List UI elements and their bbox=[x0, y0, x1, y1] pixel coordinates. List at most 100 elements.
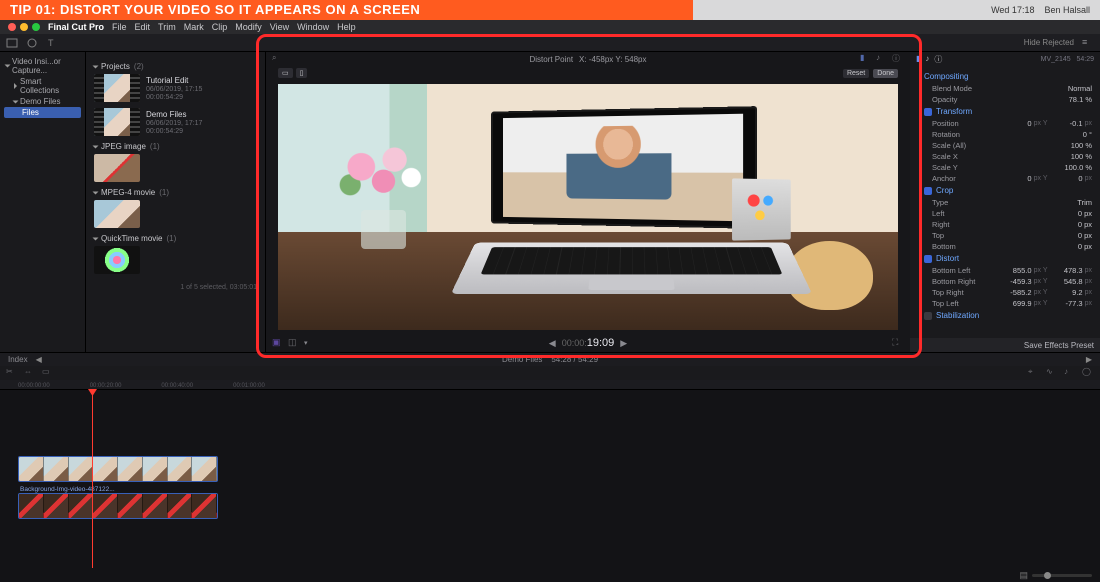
prop-value[interactable]: 855.0 bbox=[1000, 266, 1032, 275]
prop-value[interactable]: 0 ° bbox=[1060, 130, 1092, 139]
timeline-clip-bottom[interactable] bbox=[18, 493, 218, 519]
search-icon[interactable]: ⌕ bbox=[272, 53, 284, 65]
titles-icon[interactable]: T bbox=[46, 37, 58, 49]
position-tool-icon[interactable]: ⇔ bbox=[24, 367, 36, 379]
fullscreen-window-icon[interactable] bbox=[32, 23, 40, 31]
zoom-slider[interactable] bbox=[1032, 574, 1092, 577]
prop-value[interactable]: Normal bbox=[1060, 84, 1092, 93]
clip-item[interactable] bbox=[94, 246, 257, 274]
distort-target-screen[interactable] bbox=[491, 106, 757, 229]
prop-value[interactable]: 100 % bbox=[1060, 141, 1092, 150]
audio-skim-icon[interactable]: ♪ bbox=[1064, 367, 1076, 379]
disclosure-icon[interactable] bbox=[13, 100, 19, 103]
sidebar-item-files[interactable]: Files bbox=[4, 107, 81, 118]
checkbox-icon[interactable] bbox=[924, 312, 932, 320]
fullscreen-icon[interactable]: ⛶ bbox=[892, 337, 904, 349]
prop-value[interactable]: 478.3 bbox=[1051, 266, 1083, 275]
prop-value[interactable]: 0 bbox=[1051, 174, 1083, 183]
section-compositing[interactable]: Compositing bbox=[910, 70, 1100, 83]
snapping-icon[interactable]: ⌖ bbox=[1028, 367, 1040, 379]
prop-value[interactable]: -0.1 bbox=[1051, 119, 1083, 128]
menu-file[interactable]: File bbox=[112, 22, 127, 32]
minimize-window-icon[interactable] bbox=[20, 23, 28, 31]
prop-value[interactable]: 699.9 bbox=[1000, 299, 1032, 308]
checkbox-icon[interactable] bbox=[924, 255, 932, 263]
prop-value[interactable]: 9.2 bbox=[1051, 288, 1083, 297]
prop-value[interactable]: 0 px bbox=[1060, 209, 1092, 218]
play-back-icon[interactable]: ◀ bbox=[549, 338, 556, 349]
menu-view[interactable]: View bbox=[270, 22, 289, 32]
prop-value[interactable]: -459.3 bbox=[1000, 277, 1032, 286]
distort-handle-top-right[interactable] bbox=[748, 106, 757, 115]
mpeg-header[interactable]: MPEG-4 movie (1) bbox=[94, 188, 257, 197]
done-button[interactable]: Done bbox=[873, 69, 898, 78]
audio-inspector-icon[interactable]: ♪ bbox=[925, 54, 929, 65]
qt-header[interactable]: QuickTime movie (1) bbox=[94, 234, 257, 243]
projects-header[interactable]: Projects (2) bbox=[94, 62, 257, 71]
section-stabilization[interactable]: Stabilization bbox=[910, 309, 1100, 322]
crop-tool-icon[interactable]: ◫ bbox=[288, 337, 300, 349]
menu-mark[interactable]: Mark bbox=[184, 22, 204, 32]
distort-handle-bottom-left[interactable] bbox=[491, 215, 498, 223]
view-mode-icon[interactable]: ▯ bbox=[296, 68, 308, 78]
skimming-icon[interactable]: ∿ bbox=[1046, 367, 1058, 379]
range-tool-icon[interactable]: ▭ bbox=[42, 367, 54, 379]
playhead[interactable] bbox=[92, 390, 93, 568]
play-forward-icon[interactable]: ▶ bbox=[620, 338, 627, 349]
menu-help[interactable]: Help bbox=[337, 22, 356, 32]
prop-value[interactable]: -585.2 bbox=[1000, 288, 1032, 297]
disclosure-icon[interactable] bbox=[14, 83, 17, 89]
project-item[interactable]: Demo Files 06/06/2019, 17:17 00:00:54:29 bbox=[94, 108, 257, 136]
checkbox-icon[interactable] bbox=[924, 108, 932, 116]
prop-value[interactable]: Trim bbox=[1060, 198, 1092, 207]
section-transform[interactable]: Transform bbox=[910, 105, 1100, 118]
menu-window[interactable]: Window bbox=[297, 22, 329, 32]
jpeg-header[interactable]: JPEG image (1) bbox=[94, 142, 257, 151]
solo-icon[interactable]: ◯ bbox=[1082, 367, 1094, 379]
clip-appearance-icon[interactable]: ▤ bbox=[1019, 570, 1028, 581]
color-icon[interactable]: ▮ bbox=[860, 53, 872, 65]
clip-item[interactable] bbox=[94, 200, 257, 228]
close-window-icon[interactable] bbox=[8, 23, 16, 31]
library-icon[interactable] bbox=[6, 37, 18, 49]
distort-handle-top-left[interactable] bbox=[491, 111, 498, 119]
zoom-percent[interactable]: ▾ bbox=[304, 339, 308, 347]
timeline-ruler[interactable]: 00:00:00:00 00:00:20:00 00:00:40:00 00:0… bbox=[0, 380, 1100, 390]
hide-rejected-label[interactable]: Hide Rejected bbox=[1024, 38, 1074, 47]
save-effects-preset-button[interactable]: Save Effects Preset bbox=[1024, 341, 1094, 350]
sidebar-item-demo[interactable]: Demo Files bbox=[4, 96, 81, 107]
prop-value[interactable]: -77.3 bbox=[1051, 299, 1083, 308]
clip-item[interactable] bbox=[94, 154, 257, 182]
checkbox-icon[interactable] bbox=[924, 187, 932, 195]
prop-value[interactable]: 100.0 % bbox=[1060, 163, 1092, 172]
section-distort[interactable]: Distort bbox=[910, 252, 1100, 265]
timeline[interactable]: 00:00:00:00 00:00:20:00 00:00:40:00 00:0… bbox=[0, 380, 1100, 582]
audio-icon[interactable]: ♪ bbox=[876, 53, 888, 65]
prop-value[interactable]: 0 bbox=[1000, 174, 1032, 183]
viewer-canvas[interactable] bbox=[278, 84, 898, 330]
video-inspector-icon[interactable]: ▮ bbox=[916, 54, 920, 65]
index-button[interactable]: Index bbox=[8, 355, 28, 364]
sidebar-item-library[interactable]: Video Insi...or Capture... bbox=[4, 56, 81, 76]
clip-appearance-icon[interactable]: ≡ bbox=[1082, 37, 1094, 49]
menu-edit[interactable]: Edit bbox=[135, 22, 151, 32]
menu-clip[interactable]: Clip bbox=[212, 22, 228, 32]
menu-trim[interactable]: Trim bbox=[158, 22, 176, 32]
project-item[interactable]: Tutorial Edit 06/06/2019, 17:15 00:00:54… bbox=[94, 74, 257, 102]
info-inspector-icon[interactable]: ⓘ bbox=[934, 54, 942, 65]
view-mode-icon[interactable]: ▭ bbox=[278, 68, 293, 78]
prop-value[interactable]: 0 px bbox=[1060, 242, 1092, 251]
trim-tool-icon[interactable]: ✂ bbox=[6, 367, 18, 379]
next-edit-icon[interactable]: ▶ bbox=[1086, 355, 1092, 364]
prop-value[interactable]: 0 px bbox=[1060, 231, 1092, 240]
prop-value[interactable]: 100 % bbox=[1060, 152, 1092, 161]
info-icon[interactable]: ⓘ bbox=[892, 53, 904, 65]
prop-value[interactable]: 0 px bbox=[1060, 220, 1092, 229]
prop-value[interactable]: 78.1 % bbox=[1060, 95, 1092, 104]
reset-button[interactable]: Reset bbox=[843, 69, 869, 78]
timeline-clip-top[interactable] bbox=[18, 456, 218, 482]
prop-value[interactable]: 0 bbox=[1000, 119, 1032, 128]
section-crop[interactable]: Crop bbox=[910, 184, 1100, 197]
prop-value[interactable]: 545.8 bbox=[1051, 277, 1083, 286]
disclosure-icon[interactable] bbox=[5, 65, 11, 68]
